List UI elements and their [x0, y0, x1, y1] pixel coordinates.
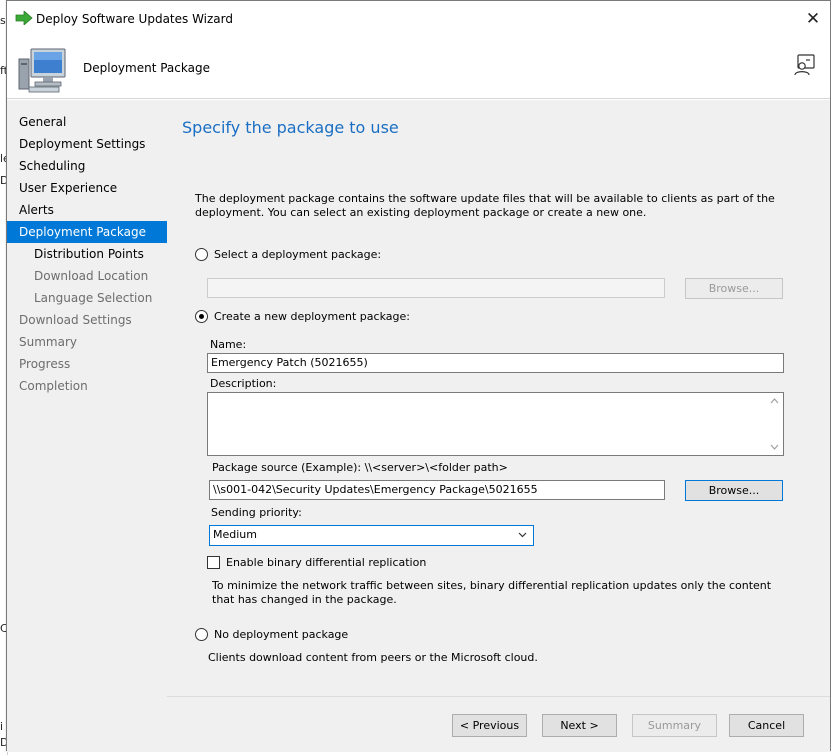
radio-button[interactable] [195, 248, 208, 261]
close-icon: ✕ [805, 9, 821, 29]
nav-item-scheduling[interactable]: Scheduling [7, 155, 167, 177]
existing-package-field [207, 278, 665, 298]
checkbox-label: Enable binary differential replication [226, 556, 427, 569]
nav-item-download-settings: Download Settings [19, 313, 132, 327]
cancel-button[interactable]: Cancel [729, 714, 804, 737]
background-text: i [0, 720, 4, 733]
footer-divider [167, 696, 830, 697]
nav-item-language-selection: Language Selection [34, 291, 153, 305]
page-header-title: Deployment Package [83, 61, 210, 75]
nav-item-summary: Summary [19, 335, 77, 349]
name-label: Name: [210, 338, 247, 351]
sending-priority-select[interactable]: Medium [209, 525, 534, 546]
bdr-note: To minimize the network traffic between … [212, 579, 772, 606]
radio-button[interactable] [195, 628, 208, 641]
browse-existing-button: Browse... [685, 278, 783, 299]
nav-item-alerts[interactable]: Alerts [7, 199, 167, 221]
nav-item-deployment-settings[interactable]: Deployment Settings [7, 133, 167, 155]
scroll-up-icon[interactable] [770, 398, 779, 404]
previous-button[interactable]: < Previous [452, 714, 527, 737]
background-text: s [0, 14, 6, 27]
radio-no-deployment-package[interactable]: No deployment package [195, 628, 348, 641]
checkbox[interactable] [207, 556, 220, 569]
wizard-arrow-icon [15, 11, 33, 25]
window-title: Deploy Software Updates Wizard [36, 12, 233, 26]
scroll-down-icon[interactable] [770, 444, 779, 450]
nav-item-general[interactable]: General [7, 111, 167, 133]
page-description: The deployment package contains the soft… [195, 192, 775, 219]
package-source-input[interactable]: \\s001-042\Security Updates\Emergency Pa… [209, 480, 665, 500]
wizard-content: Specify the package to use The deploymen… [167, 100, 830, 752]
nav-item-user-experience[interactable]: User Experience [7, 177, 167, 199]
package-name-input[interactable]: Emergency Patch (5021655) [207, 353, 784, 373]
sending-priority-label: Sending priority: [211, 506, 302, 519]
wizard-window: Deploy Software Updates Wizard ✕ Deploym… [6, 0, 831, 752]
page-title: Specify the package to use [182, 118, 399, 137]
description-scrollbar[interactable] [766, 393, 783, 455]
radio-create-new-package[interactable]: Create a new deployment package: [195, 310, 410, 323]
help-icon[interactable] [792, 53, 816, 77]
radio-select-existing-package[interactable]: Select a deployment package: [195, 248, 381, 261]
description-label: Description: [210, 377, 277, 390]
next-button[interactable]: Next > [542, 714, 617, 737]
no-package-note: Clients download content from peers or t… [208, 651, 538, 664]
package-source-label: Package source (Example): \\<server>\<fo… [212, 461, 508, 474]
content-panel: Specify the package to use The deploymen… [167, 100, 830, 696]
radio-label: No deployment package [214, 628, 349, 641]
nav-item-progress: Progress [19, 357, 71, 371]
close-button[interactable]: ✕ [796, 1, 830, 37]
radio-label: Create a new deployment package: [214, 310, 410, 323]
computer-icon [18, 48, 66, 93]
nav-item-distribution-points[interactable]: Distribution Points [7, 243, 167, 265]
title-bar[interactable]: Deploy Software Updates Wizard ✕ [7, 1, 830, 37]
summary-button: Summary [632, 714, 717, 737]
radio-button-selected[interactable] [195, 310, 208, 323]
radio-label: Select a deployment package: [214, 248, 382, 261]
browse-source-button[interactable]: Browse... [685, 480, 783, 501]
chevron-down-icon [518, 532, 527, 538]
sending-priority-value: Medium [213, 528, 257, 541]
nav-item-download-location: Download Location [34, 269, 149, 283]
wizard-nav: General Deployment Settings Scheduling U… [7, 100, 167, 752]
binary-differential-replication-checkbox[interactable]: Enable binary differential replication [207, 556, 426, 569]
package-description-input[interactable] [207, 392, 784, 456]
nav-item-deployment-package[interactable]: Deployment Package [7, 221, 167, 243]
wizard-header: Deployment Package [7, 37, 830, 99]
nav-item-completion: Completion [19, 379, 88, 393]
